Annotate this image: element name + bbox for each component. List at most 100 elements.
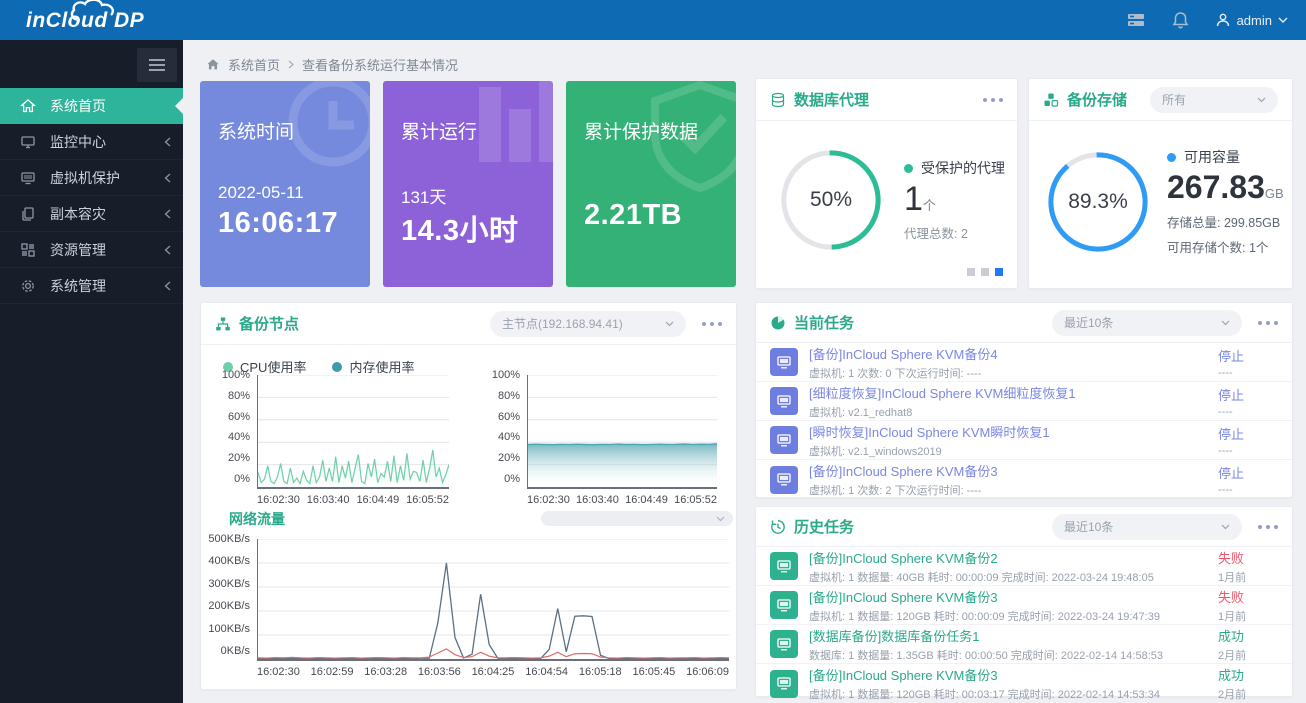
network-select[interactable] — [541, 511, 733, 526]
task-row[interactable]: [备份]InCloud Sphere KVM备份3虚拟机: 1 次数: 2 下次… — [756, 460, 1292, 499]
task-title[interactable]: [数据库备份]数据库备份任务1 — [809, 626, 1218, 645]
breadcrumb-current: 查看备份系统运行基本情况 — [302, 55, 458, 74]
more-menu-button[interactable] — [698, 322, 722, 326]
task-title[interactable]: [备份]InCloud Sphere KVM备份2 — [809, 548, 1218, 567]
panel-header: 历史任务 最近10条 — [756, 507, 1292, 547]
history-icon — [770, 519, 786, 535]
breadcrumb-home[interactable]: 系统首页 — [228, 55, 280, 74]
task-detail: 数据库: 1 数据量: 1.35GB 耗时: 00:00:50 完成时间: 20… — [809, 647, 1218, 663]
collapse-chevron-icon — [164, 245, 171, 255]
memory-legend-label: 内存使用率 — [349, 357, 414, 376]
sidebar-item-home[interactable]: 系统首页 — [0, 88, 183, 124]
sidebar-item-label: 资源管理 — [50, 240, 106, 260]
bell-icon[interactable] — [1172, 11, 1189, 29]
task-status-sub: ---- — [1218, 367, 1276, 379]
desktop-icon — [20, 170, 36, 186]
card-title: 累计运行 — [401, 117, 477, 144]
task-status: 失败 — [1218, 548, 1276, 567]
sidebar-item-label: 副本容灾 — [50, 204, 106, 224]
pie-icon — [770, 315, 786, 331]
sidebar: 系统首页 监控中心 虚拟机保护 副本容灾 资源管理 — [0, 40, 183, 703]
capacity-unit: GB — [1265, 186, 1284, 201]
pager-dot[interactable] — [981, 268, 989, 276]
donut-percent: 50% — [778, 147, 884, 253]
node-select[interactable]: 主节点(192.168.94.41) — [490, 311, 686, 337]
home-icon — [206, 58, 220, 71]
task-status[interactable]: 停止 — [1218, 463, 1276, 482]
legend-dot — [1167, 153, 1176, 162]
vm-monitor-icon — [770, 466, 798, 494]
more-menu-button[interactable] — [1254, 321, 1278, 325]
chevron-down-icon — [1221, 320, 1230, 326]
card-title: 系统时间 — [218, 117, 294, 144]
task-status[interactable]: 停止 — [1218, 346, 1276, 365]
current-tasks-filter-select[interactable]: 最近10条 — [1052, 310, 1242, 336]
task-title[interactable]: [备份]InCloud Sphere KVM备份3 — [809, 665, 1218, 684]
task-row[interactable]: [瞬时恢复]InCloud Sphere KVM瞬时恢复1虚拟机: v2.1_w… — [756, 421, 1292, 460]
task-row[interactable]: [备份]InCloud Sphere KVM备份3 虚拟机: 1 数据量: 120… — [756, 664, 1292, 703]
card-date: 2022-05-11 — [218, 183, 304, 203]
task-title[interactable]: [瞬时恢复]InCloud Sphere KVM瞬时恢复1 — [809, 422, 1218, 441]
backup-storage-panel: 备份存储 所有 89.3% 可用容量 267.83GB 存储总量: 299.85… — [1028, 78, 1293, 289]
panel-title: 备份存储 — [1067, 89, 1127, 110]
task-row[interactable]: [数据库备份]数据库备份任务1 数据库: 1 数据量: 1.35GB 耗时: 00… — [756, 625, 1292, 664]
sidebar-item-system-mgmt[interactable]: 系统管理 — [0, 268, 183, 304]
sidebar-item-vm-protection[interactable]: 虚拟机保护 — [0, 160, 183, 196]
history-tasks-filter-select[interactable]: 最近10条 — [1052, 514, 1242, 540]
card-days: 131天 — [401, 183, 446, 208]
db-agent-body: 50% 受保护的代理 1个 代理总数: 2 — [756, 121, 1017, 253]
app-logo: inCloud DP — [20, 0, 190, 40]
pager-dot-active[interactable] — [995, 268, 1003, 276]
task-detail: 虚拟机: 1 数据量: 120GB 耗时: 00:03:17 完成时间: 202… — [809, 686, 1218, 702]
task-row[interactable]: [备份]InCloud Sphere KVM备份2虚拟机: 1 数据量: 40G… — [756, 547, 1292, 586]
task-row[interactable]: [备份]InCloud Sphere KVM备份3虚拟机: 1 数据量: 120… — [756, 586, 1292, 625]
collapse-chevron-icon — [164, 281, 171, 291]
topbar-actions: admin — [1126, 11, 1288, 29]
more-menu-button[interactable] — [979, 98, 1003, 102]
task-row[interactable]: [细粒度恢复]InCloud Sphere KVM细粒度恢复1虚拟机: v2.1… — [756, 382, 1292, 421]
sidebar-item-label: 系统首页 — [50, 96, 106, 116]
collapse-chevron-icon — [164, 173, 171, 183]
vm-monitor-icon — [770, 387, 798, 415]
panel-title: 备份节点 — [239, 313, 299, 334]
pager-dot[interactable] — [967, 268, 975, 276]
task-row[interactable]: [备份]InCloud Sphere KVM备份4虚拟机: 1 次数: 0 下次… — [756, 343, 1292, 382]
chevron-down-icon — [1221, 524, 1230, 530]
panel-header: 备份存储 所有 — [1029, 79, 1292, 121]
storage-available-count: 可用存储个数: 1个 — [1167, 237, 1284, 256]
panel-header: 当前任务 最近10条 — [756, 303, 1292, 343]
sidebar-item-monitor-center[interactable]: 监控中心 — [0, 124, 183, 160]
task-status[interactable]: 停止 — [1218, 385, 1276, 404]
server-icon[interactable] — [1126, 11, 1146, 29]
user-menu[interactable]: admin — [1215, 12, 1288, 28]
task-title[interactable]: [细粒度恢复]InCloud Sphere KVM细粒度恢复1 — [809, 383, 1218, 402]
topbar: inCloud DP admin — [0, 0, 1306, 40]
logo-text: inCloud DP — [26, 9, 144, 33]
history-tasks-panel: 历史任务 最近10条 [备份]InCloud Sphere KVM备份2虚拟机:… — [755, 506, 1293, 697]
protected-data-card: 累计保护数据 2.21TB — [566, 81, 736, 287]
panel-title: 历史任务 — [794, 516, 854, 537]
backup-node-panel: 备份节点 主节点(192.168.94.41) CPU使用率 内存使用率 100… — [200, 302, 737, 690]
collapse-chevron-icon — [164, 137, 171, 147]
storage-donut: 89.3% — [1045, 149, 1151, 255]
card-total-data: 2.21TB — [584, 199, 682, 232]
panel-header: 备份节点 主节点(192.168.94.41) — [201, 303, 736, 345]
donut-percent: 89.3% — [1045, 149, 1151, 255]
grid-icon — [20, 242, 36, 258]
sidebar-item-label: 虚拟机保护 — [50, 168, 120, 188]
monitor-icon — [20, 134, 36, 150]
sidebar-item-replica-dr[interactable]: 副本容灾 — [0, 196, 183, 232]
sidebar-item-resource-mgmt[interactable]: 资源管理 — [0, 232, 183, 268]
sidebar-collapse-button[interactable] — [137, 48, 177, 82]
task-status[interactable]: 停止 — [1218, 424, 1276, 443]
db-agent-panel: 数据库代理 50% 受保护的代理 1个 代理总数: 2 — [755, 78, 1018, 289]
task-title[interactable]: [备份]InCloud Sphere KVM备份3 — [809, 587, 1218, 606]
more-menu-button[interactable] — [1254, 525, 1278, 529]
task-time-ago: 1月前 — [1218, 569, 1276, 585]
task-title[interactable]: [备份]InCloud Sphere KVM备份3 — [809, 461, 1218, 480]
task-status: 成功 — [1218, 626, 1276, 645]
vm-monitor-icon — [770, 348, 798, 376]
storage-filter-select[interactable]: 所有 — [1150, 87, 1278, 113]
task-title[interactable]: [备份]InCloud Sphere KVM备份4 — [809, 344, 1218, 363]
panel-title: 数据库代理 — [794, 89, 869, 110]
